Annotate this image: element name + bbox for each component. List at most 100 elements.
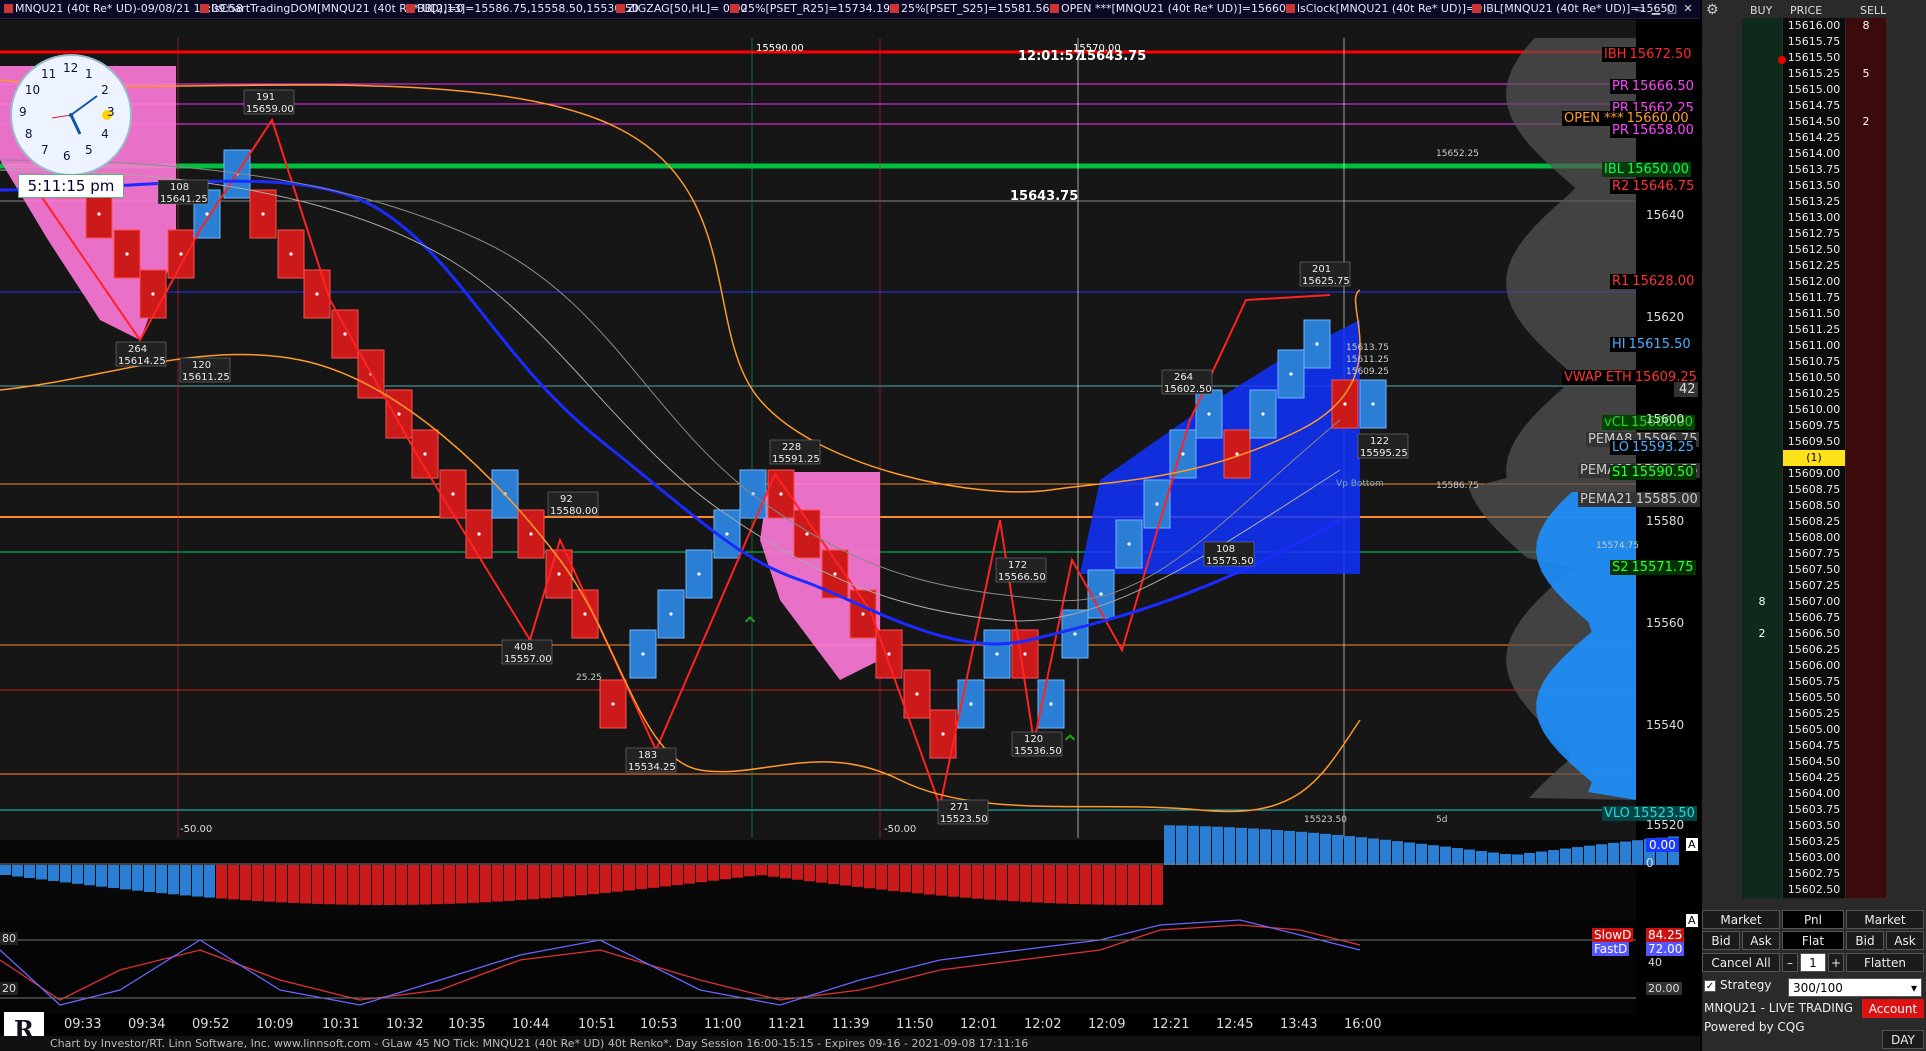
dom-price-cell[interactable]: 15613.50 [1783, 178, 1845, 195]
dom-buy-cell[interactable] [1742, 34, 1782, 51]
dom-price-cell[interactable]: 15615.50 [1783, 50, 1845, 67]
dom-buy-cell[interactable] [1742, 450, 1782, 467]
dom-buy-cell[interactable] [1742, 642, 1782, 659]
dom-price-cell[interactable]: 15606.25 [1783, 642, 1845, 659]
dom-buy-cell[interactable] [1742, 226, 1782, 243]
dom-price-cell[interactable]: 15609.00 [1783, 466, 1845, 483]
gear-icon[interactable]: ⚙ [1706, 2, 1722, 18]
dom-row[interactable]: 15604.25 [1742, 770, 1886, 787]
dom-sell-cell[interactable] [1846, 818, 1886, 835]
dom-row[interactable]: 15609.50 [1742, 434, 1886, 451]
qty-decrease-button[interactable]: – [1782, 953, 1798, 972]
dom-buy-cell[interactable] [1742, 690, 1782, 707]
dom-price-cell[interactable]: 15615.00 [1783, 82, 1845, 99]
dom-buy-cell[interactable] [1742, 258, 1782, 275]
dom-row[interactable]: 8 15607.00 [1742, 594, 1886, 611]
dom-price-cell[interactable]: 15606.50 [1783, 626, 1845, 643]
dom-row[interactable]: 15607.50 [1742, 562, 1886, 579]
dom-price-cell[interactable]: 15611.00 [1783, 338, 1845, 355]
dom-buy-cell[interactable] [1742, 802, 1782, 819]
dom-sell-cell[interactable] [1846, 450, 1886, 467]
dom-sell-cell[interactable] [1846, 162, 1886, 179]
dom-sell-cell[interactable] [1846, 834, 1886, 851]
dom-buy-cell[interactable] [1742, 306, 1782, 323]
dom-price-cell[interactable]: 15604.75 [1783, 738, 1845, 755]
dom-sell-cell[interactable] [1846, 338, 1886, 355]
dom-buy-cell[interactable] [1742, 386, 1782, 403]
dom-buy-cell[interactable] [1742, 706, 1782, 723]
dom-price-cell[interactable]: 15610.75 [1783, 354, 1845, 371]
dom-buy-cell[interactable] [1742, 194, 1782, 211]
dom-row[interactable]: 15612.25 [1742, 258, 1886, 275]
dom-buy-cell[interactable] [1742, 562, 1782, 579]
cancel-all-button[interactable]: Cancel All [1702, 953, 1780, 972]
strategy-select[interactable]: 300/100 ▾ [1788, 978, 1922, 997]
dom-price-cell[interactable]: 15607.25 [1783, 578, 1845, 595]
dom-buy-cell[interactable] [1742, 530, 1782, 547]
dom-buy-cell[interactable] [1742, 354, 1782, 371]
dom-sell-cell[interactable] [1846, 674, 1886, 691]
dom-row[interactable]: 15614.25 [1742, 130, 1886, 147]
dom-sell-cell[interactable] [1846, 146, 1886, 163]
dom-row[interactable]: 15605.25 [1742, 706, 1886, 723]
dom-price-cell[interactable]: 15612.00 [1783, 274, 1845, 291]
dom-buy-cell[interactable] [1742, 402, 1782, 419]
dom-price-cell[interactable]: 15605.50 [1783, 690, 1845, 707]
dom-buy-cell[interactable] [1742, 290, 1782, 307]
dom-price-cell[interactable]: 15614.25 [1783, 130, 1845, 147]
dom-buy-cell[interactable] [1742, 866, 1782, 883]
dom-row[interactable]: 15616.00 8 [1742, 18, 1886, 35]
dom-row[interactable]: 15608.25 [1742, 514, 1886, 531]
dom-sell-cell[interactable] [1846, 882, 1886, 899]
maximize-icon[interactable]: □ [1665, 2, 1679, 16]
dom-price-cell[interactable]: 15609.75 [1783, 418, 1845, 435]
dom-sell-cell[interactable] [1846, 402, 1886, 419]
dom-buy-cell[interactable] [1742, 338, 1782, 355]
dom-row[interactable]: 15610.25 [1742, 386, 1886, 403]
dom-price-cell[interactable]: 15608.00 [1783, 530, 1845, 547]
dom-sell-cell[interactable] [1846, 722, 1886, 739]
dom-row[interactable]: 15613.25 [1742, 194, 1886, 211]
dom-sell-cell[interactable] [1846, 594, 1886, 611]
bid-buy-button[interactable]: Bid [1702, 931, 1740, 950]
dom-sell-cell[interactable] [1846, 82, 1886, 99]
dom-price-cell[interactable]: 15609.50 [1783, 434, 1845, 451]
dom-price-cell[interactable]: 15605.00 [1783, 722, 1845, 739]
dom-buy-cell[interactable] [1742, 674, 1782, 691]
dom-price-cell[interactable]: 15612.25 [1783, 258, 1845, 275]
dom-row[interactable]: 15609.75 [1742, 418, 1886, 435]
minimize-icon[interactable]: ▁ [1649, 2, 1663, 16]
dom-row[interactable]: (1) 15609.25 [1742, 450, 1886, 480]
dom-row[interactable]: 15614.50 2 [1742, 114, 1886, 131]
dom-buy-cell[interactable] [1742, 82, 1782, 99]
dom-buy-cell[interactable] [1742, 722, 1782, 739]
dom-buy-cell[interactable] [1742, 466, 1782, 483]
dom-row[interactable]: 15604.50 [1742, 754, 1886, 771]
dom-price-cell[interactable]: 15615.75 [1783, 34, 1845, 51]
dom-sell-cell[interactable] [1846, 466, 1886, 483]
ask-buy-button[interactable]: Ask [1742, 931, 1780, 950]
dom-sell-cell[interactable]: 2 [1846, 114, 1886, 131]
dom-row[interactable]: 15611.50 [1742, 306, 1886, 323]
dom-buy-cell[interactable] [1742, 882, 1782, 899]
dom-buy-cell[interactable] [1742, 498, 1782, 515]
dom-row[interactable]: 15613.75 [1742, 162, 1886, 179]
dom-price-cell[interactable]: 15615.25 [1783, 66, 1845, 83]
dom-row[interactable]: 15608.75 [1742, 482, 1886, 499]
dom-buy-cell[interactable] [1742, 66, 1782, 83]
dom-row[interactable]: 15611.00 [1742, 338, 1886, 355]
dom-row[interactable]: 2 15606.50 [1742, 626, 1886, 643]
dom-buy-cell[interactable] [1742, 786, 1782, 803]
dom-row[interactable]: 15615.25 5 [1742, 66, 1886, 83]
dom-row[interactable]: 15602.75 [1742, 866, 1886, 883]
dom-price-cell[interactable]: 15605.25 [1783, 706, 1845, 723]
dom-price-cell[interactable]: 15602.50 [1783, 882, 1845, 899]
dom-price-cell[interactable]: 15608.75 [1783, 482, 1845, 499]
ask-sell-button[interactable]: Ask [1886, 931, 1924, 950]
dom-sell-cell[interactable] [1846, 738, 1886, 755]
account-select[interactable]: Account [1862, 999, 1924, 1018]
dom-sell-cell[interactable]: 8 [1846, 18, 1886, 35]
dom-buy-cell[interactable] [1742, 322, 1782, 339]
dom-row[interactable]: 15607.75 [1742, 546, 1886, 563]
flatten-button[interactable]: Flatten [1846, 953, 1924, 972]
